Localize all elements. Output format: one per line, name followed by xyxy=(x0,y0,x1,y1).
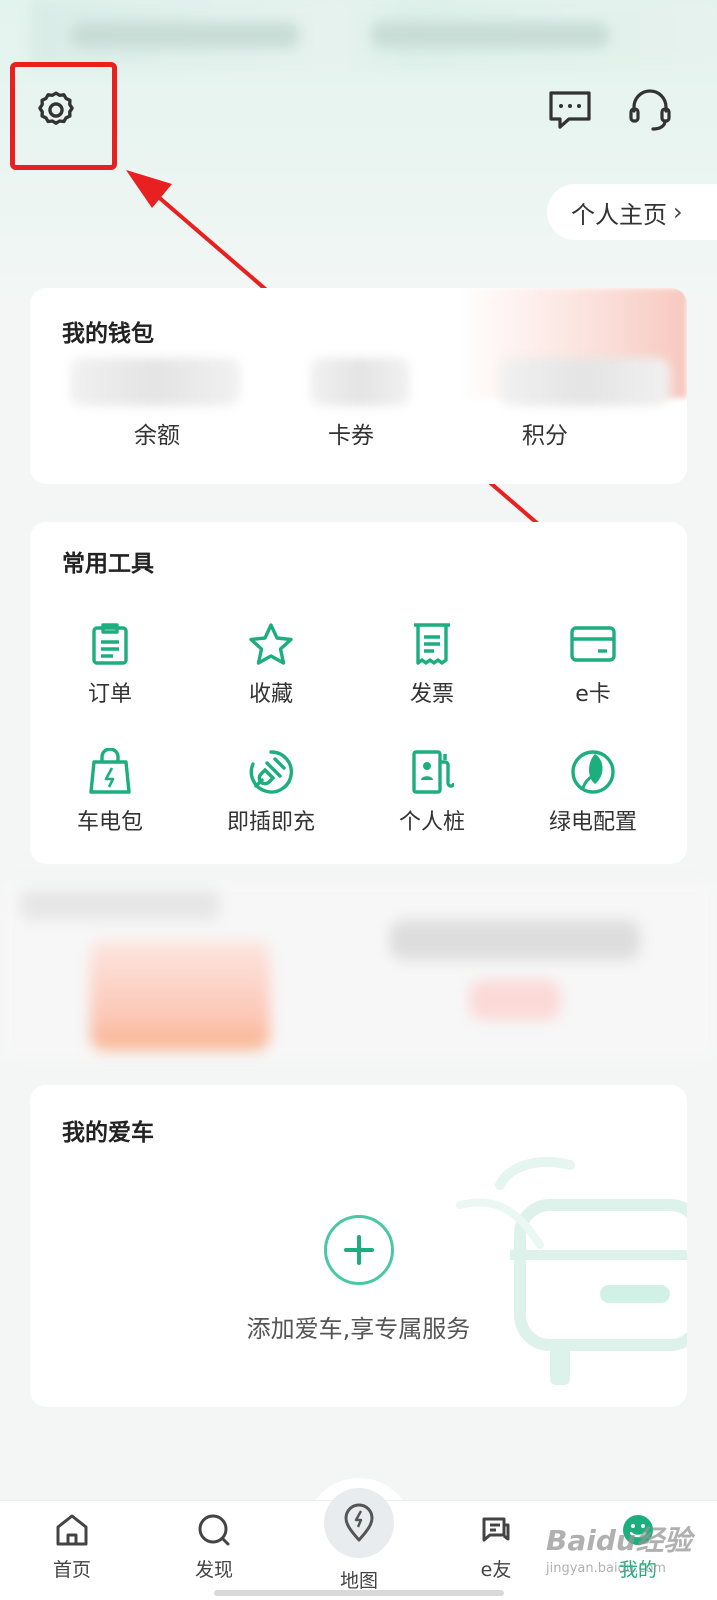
tool-green-power[interactable]: 绿电配置 xyxy=(513,746,673,836)
tool-label: 订单 xyxy=(87,682,132,707)
tool-label: 即插即充 xyxy=(226,810,315,835)
wallet-coupons[interactable]: 卡券 xyxy=(271,416,431,450)
tool-label: 车电包 xyxy=(76,810,143,835)
message-button[interactable] xyxy=(542,82,598,138)
settings-highlight-box xyxy=(10,62,117,170)
personal-home-button[interactable]: 个人主页 › xyxy=(547,184,717,240)
tab-discover[interactable]: 发现 xyxy=(164,1513,264,1582)
balance-value-blurred xyxy=(70,358,240,406)
wallet-title: 我的钱包 xyxy=(62,321,154,347)
tool-label: 发票 xyxy=(409,682,454,707)
card-icon xyxy=(570,626,616,662)
leaf-icon xyxy=(571,750,615,794)
headset-icon xyxy=(629,89,671,131)
tool-label: 收藏 xyxy=(248,682,293,707)
star-icon xyxy=(249,623,293,665)
wallet-balance[interactable]: 余额 xyxy=(77,416,237,450)
tab-label: 发现 xyxy=(194,1559,233,1581)
message-icon xyxy=(549,91,591,129)
baidu-watermark: Baidu经验 jingyan.baidu.com xyxy=(540,1500,717,1595)
personal-home-label: 个人主页 xyxy=(571,200,667,229)
tool-label: 个人桩 xyxy=(398,810,465,835)
tab-home[interactable]: 首页 xyxy=(22,1513,122,1582)
add-car-text: 添加爱车,享专属服务 xyxy=(246,1315,471,1343)
wallet-points[interactable]: 积分 xyxy=(465,416,625,450)
watermark-text: Baidu经验 xyxy=(546,1524,692,1557)
tab-label: 地图 xyxy=(339,1570,378,1592)
tools-card: 常用工具 订单 收藏 发票 e卡 车电包 即插即充 个人桩 绿电配置 xyxy=(30,522,687,864)
coupon-value-blurred xyxy=(310,358,410,406)
plug-icon xyxy=(249,750,293,794)
tool-ecard[interactable]: e卡 xyxy=(513,618,673,708)
discover-icon xyxy=(198,1514,230,1546)
tool-car-power-pack[interactable]: 车电包 xyxy=(30,746,190,836)
watermark-sub: jingyan.baidu.com xyxy=(546,1561,666,1576)
tool-label: 绿电配置 xyxy=(548,810,637,835)
map-pin-icon xyxy=(344,1503,374,1542)
tool-orders[interactable]: 订单 xyxy=(30,618,190,708)
battery-bag-icon xyxy=(89,748,131,794)
blurred-promo-banner[interactable] xyxy=(0,880,717,1060)
clipboard-icon xyxy=(92,623,128,665)
tab-label: e友 xyxy=(480,1559,512,1581)
points-value-blurred xyxy=(500,358,670,406)
home-indicator xyxy=(214,1590,504,1596)
car-illustration xyxy=(456,1157,687,1385)
customer-service-button[interactable] xyxy=(622,82,678,138)
tools-title: 常用工具 xyxy=(62,551,154,577)
tab-map[interactable]: 地图 xyxy=(321,1488,397,1593)
tool-plug-and-charge[interactable]: 即插即充 xyxy=(191,746,351,836)
wallet-card: 我的钱包 余额 卡券 积分 xyxy=(30,288,687,484)
tool-label: e卡 xyxy=(575,682,611,707)
chat-icon xyxy=(482,1517,510,1542)
tool-invoice[interactable]: 发票 xyxy=(352,618,512,708)
add-car-button[interactable] xyxy=(324,1215,394,1285)
tab-e-friends[interactable]: e友 xyxy=(446,1513,546,1582)
plus-icon xyxy=(344,1235,374,1265)
blurred-status-bar xyxy=(30,0,717,68)
charger-icon xyxy=(412,750,454,794)
my-car-card: 我的爱车 添加爱车,享专属服务 xyxy=(30,1085,687,1407)
tool-favorites[interactable]: 收藏 xyxy=(191,618,351,708)
home-icon xyxy=(56,1514,88,1546)
tab-label: 首页 xyxy=(52,1559,91,1581)
my-car-title: 我的爱车 xyxy=(62,1120,154,1146)
receipt-icon xyxy=(414,623,450,665)
chevron-right-icon: › xyxy=(673,198,683,226)
tool-personal-charger[interactable]: 个人桩 xyxy=(352,746,512,836)
